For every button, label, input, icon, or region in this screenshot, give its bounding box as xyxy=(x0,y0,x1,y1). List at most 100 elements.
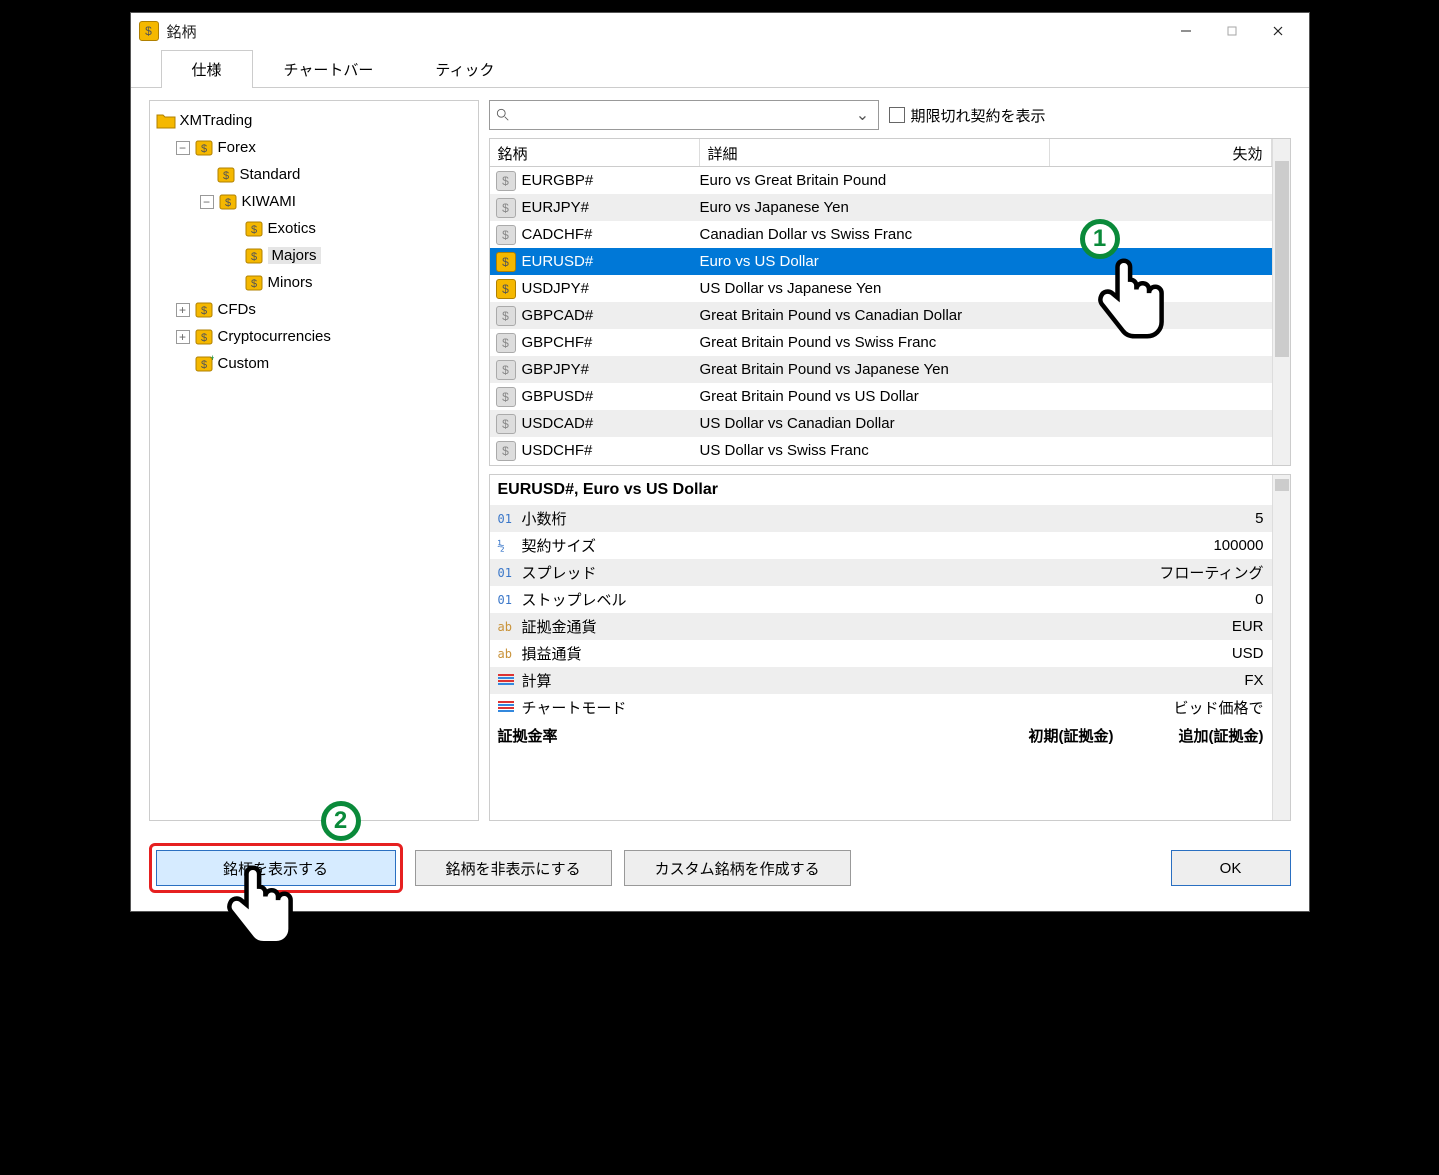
tab-bar: 仕様 チャートバー ティック xyxy=(131,49,1309,88)
property-value: 5 xyxy=(1255,510,1263,527)
symbol-detail: Great Britain Pound vs US Dollar xyxy=(700,388,1050,405)
expand-icon[interactable]: + xyxy=(176,330,190,344)
symbol-detail: Canadian Dollar vs Swiss Franc xyxy=(700,226,1050,243)
symbol-row[interactable]: $CADCHF#Canadian Dollar vs Swiss Franc xyxy=(490,221,1272,248)
type-icon: 01 xyxy=(498,512,522,526)
tab-spec[interactable]: 仕様 xyxy=(161,50,253,88)
symbol-row[interactable]: $EURGBP#Euro vs Great Britain Pound xyxy=(490,167,1272,194)
symbol-detail: Euro vs Great Britain Pound xyxy=(700,172,1050,189)
symbol-name: GBPJPY# xyxy=(522,361,590,378)
symbol-detail: Great Britain Pound vs Canadian Dollar xyxy=(700,307,1050,324)
checkbox-label-text: 期限切れ契約を表示 xyxy=(911,105,1046,126)
type-icon: ab xyxy=(498,620,522,634)
expand-icon[interactable]: + xyxy=(176,303,190,317)
expired-checkbox[interactable]: 期限切れ契約を表示 xyxy=(889,105,1046,126)
svg-text:$: $ xyxy=(200,305,206,317)
symbols-dialog: $ 銘柄 仕様 チャートバー ティック XMTrading − $ Forex xyxy=(130,12,1310,912)
symbol-row[interactable]: $GBPCAD#Great Britain Pound vs Canadian … xyxy=(490,302,1272,329)
currency-icon: $ xyxy=(496,387,516,407)
col-symbol[interactable]: 銘柄 xyxy=(490,139,700,166)
tree-node-custom[interactable]: $+ Custom xyxy=(156,350,472,377)
tree-label: Standard xyxy=(240,166,301,183)
tree-node-kiwami[interactable]: − $ KIWAMI xyxy=(156,188,472,215)
svg-text:$: $ xyxy=(250,278,256,290)
tree-node-forex[interactable]: − $ Forex xyxy=(156,134,472,161)
type-icon: ½ xyxy=(498,539,522,553)
hide-symbol-button[interactable]: 銘柄を非表示にする xyxy=(415,850,612,886)
checkbox-icon xyxy=(889,107,905,123)
symbol-detail: Great Britain Pound vs Japanese Yen xyxy=(700,361,1050,378)
tree-node-xmtrading[interactable]: XMTrading xyxy=(156,107,472,134)
maximize-button[interactable] xyxy=(1209,15,1255,47)
ok-button[interactable]: OK xyxy=(1171,850,1291,886)
collapse-icon[interactable]: − xyxy=(176,141,190,155)
symbol-name: USDCHF# xyxy=(522,442,593,459)
tree-node-minors[interactable]: $ Minors xyxy=(156,269,472,296)
symbol-row[interactable]: $EURUSD#Euro vs US Dollar xyxy=(490,248,1272,275)
symbol-detail: US Dollar vs Swiss Franc xyxy=(700,442,1050,459)
currency-icon: $ xyxy=(496,279,516,299)
tree-node-cfds[interactable]: + $ CFDs xyxy=(156,296,472,323)
collapse-icon[interactable]: − xyxy=(200,195,214,209)
list-icon xyxy=(498,673,514,686)
property-value: 0 xyxy=(1255,591,1263,608)
currency-icon: $ xyxy=(496,414,516,434)
detail-scrollbar[interactable] xyxy=(1272,475,1290,820)
property-value: ビッド価格で xyxy=(1173,697,1263,718)
currency-icon: $ xyxy=(496,225,516,245)
symbol-name: USDJPY# xyxy=(522,280,590,297)
tab-tick[interactable]: ティック xyxy=(404,50,525,88)
col-expiry[interactable]: 失効 xyxy=(1050,139,1272,166)
tree-node-crypto[interactable]: + $ Cryptocurrencies xyxy=(156,323,472,350)
property-name: 損益通貨 xyxy=(522,643,1232,664)
tree-label: CFDs xyxy=(218,301,256,318)
symbol-name: EURUSD# xyxy=(522,253,594,270)
show-symbol-highlight: 銘柄を表示する xyxy=(149,843,403,893)
chevron-down-icon[interactable]: ⌄ xyxy=(854,105,872,125)
grid-scrollbar[interactable] xyxy=(1272,139,1290,465)
svg-text:$: $ xyxy=(200,143,206,155)
symbol-row[interactable]: $GBPCHF#Great Britain Pound vs Swiss Fra… xyxy=(490,329,1272,356)
property-name: 契約サイズ xyxy=(522,535,1214,556)
symbol-name: EURJPY# xyxy=(522,199,590,216)
symbol-tree[interactable]: XMTrading − $ Forex $ Standard − $ KIWAM… xyxy=(149,100,479,821)
detail-row: 計算FX xyxy=(490,667,1272,694)
minimize-button[interactable] xyxy=(1163,15,1209,47)
symbol-name: GBPCHF# xyxy=(522,334,593,351)
currency-icon: $ xyxy=(496,441,516,461)
detail-title: EURUSD#, Euro vs US Dollar xyxy=(490,475,1272,505)
close-button[interactable] xyxy=(1255,15,1301,47)
symbol-detail: US Dollar vs Canadian Dollar xyxy=(700,415,1050,432)
type-icon: 01 xyxy=(498,593,522,607)
currency-icon: $ xyxy=(496,171,516,191)
symbol-row[interactable]: $ GBPUSD# Great Britain Pound vs US Dollar xyxy=(490,383,1272,410)
tree-node-exotics[interactable]: $ Exotics xyxy=(156,215,472,242)
tree-node-standard[interactable]: $ Standard xyxy=(156,161,472,188)
detail-row: 01ストップレベル0 xyxy=(490,586,1272,613)
currency-icon: $ xyxy=(496,306,516,326)
search-input[interactable]: ⌄ xyxy=(489,100,879,130)
tree-label: Cryptocurrencies xyxy=(218,328,331,345)
symbol-row[interactable]: $GBPJPY#Great Britain Pound vs Japanese … xyxy=(490,356,1272,383)
show-symbol-button[interactable]: 銘柄を表示する xyxy=(156,850,396,886)
create-custom-button[interactable]: カスタム銘柄を作成する xyxy=(624,850,851,886)
property-value: FX xyxy=(1244,672,1263,689)
tab-chartbar[interactable]: チャートバー xyxy=(253,50,405,88)
symbol-row[interactable]: $ USDJPY# US Dollar vs Japanese Yen xyxy=(490,275,1272,302)
tree-label: XMTrading xyxy=(180,112,253,129)
tree-label: Exotics xyxy=(268,220,316,237)
symbol-row[interactable]: $ USDCHF# US Dollar vs Swiss Franc xyxy=(490,437,1272,464)
col-detail[interactable]: 詳細 xyxy=(700,139,1050,166)
symbol-name: GBPUSD# xyxy=(522,388,594,405)
tree-label: Forex xyxy=(218,139,256,156)
app-icon: $ xyxy=(139,21,159,41)
detail-row: ab損益通貨USD xyxy=(490,640,1272,667)
symbol-row[interactable]: $EURJPY#Euro vs Japanese Yen xyxy=(490,194,1272,221)
symbol-detail: Great Britain Pound vs Swiss Franc xyxy=(700,334,1050,351)
detail-row: チャートモードビッド価格で xyxy=(490,694,1272,721)
detail-panel: EURUSD#, Euro vs US Dollar 01小数桁5½契約サイズ1… xyxy=(489,474,1291,821)
property-value: フローティング xyxy=(1159,562,1263,583)
tree-node-majors[interactable]: $ Majors xyxy=(156,242,472,269)
symbol-detail: US Dollar vs Japanese Yen xyxy=(700,280,1050,297)
symbol-row[interactable]: $USDCAD#US Dollar vs Canadian Dollar xyxy=(490,410,1272,437)
